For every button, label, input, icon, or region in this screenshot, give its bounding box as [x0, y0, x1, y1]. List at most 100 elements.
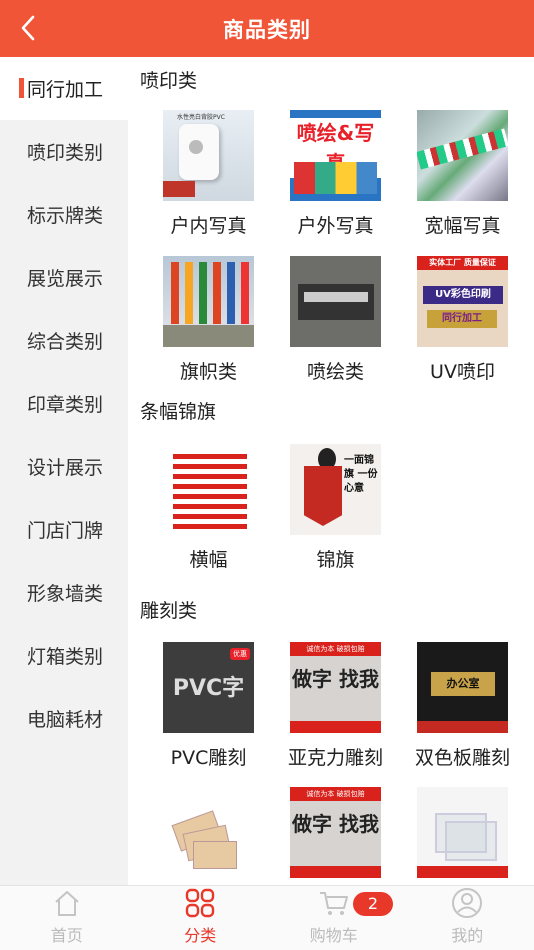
- banner-row: [173, 504, 247, 509]
- promo-badge: 优惠: [230, 648, 250, 660]
- product-flags[interactable]: 旗帜类: [145, 256, 272, 384]
- section-title: 条幅锦旗: [140, 401, 217, 423]
- product-banner[interactable]: 横幅: [145, 444, 272, 572]
- product-image: [290, 256, 381, 347]
- sidebar-item-exhibition[interactable]: 展览展示: [0, 246, 128, 309]
- sidebar-item-consumables[interactable]: 电脑耗材: [0, 687, 128, 750]
- thumb-caption: PVC字: [172, 676, 245, 701]
- top-bar: 商品类别: [0, 0, 534, 57]
- product-grid: 诚信为本 破损包赔 做字 找我: [128, 787, 534, 878]
- roll-core: [189, 140, 203, 154]
- sidebar-item-design[interactable]: 设计展示: [0, 435, 128, 498]
- photo-strip: [294, 162, 377, 194]
- product-image: 实体工厂 质量保证 UV彩色印刷 同行加工: [417, 256, 508, 347]
- pennant-shape: [304, 466, 342, 526]
- section-title: 喷印类: [140, 70, 198, 92]
- thumb-caption: 诚信为本 破损包赔: [290, 787, 381, 801]
- banner-row: [173, 454, 247, 459]
- sidebar-item-lightbox[interactable]: 灯箱类别: [0, 624, 128, 687]
- product-name: 喷绘类: [306, 361, 364, 383]
- product-image: [163, 444, 254, 535]
- sidebar-item-general[interactable]: 综合类别: [0, 309, 128, 372]
- thumb-caption: 实体工厂 质量保证: [417, 256, 508, 270]
- product-pvc-engraving[interactable]: 优惠 PVC字 PVC雕刻: [145, 642, 272, 770]
- product-name: 户外写真: [297, 215, 374, 237]
- sidebar-item-seals[interactable]: 印章类别: [0, 372, 128, 435]
- product-grid: 旗帜类 喷绘类 实体工厂 质量保证 UV彩色印刷 同行加工 UV喷印: [128, 256, 534, 384]
- back-button[interactable]: [6, 4, 50, 52]
- product-spray-paint[interactable]: 喷绘类: [272, 256, 399, 384]
- tab-label: 首页: [50, 926, 83, 945]
- flag-shape: [171, 262, 179, 324]
- thumb-caption: 同行加工: [427, 310, 497, 328]
- product-outdoor-print[interactable]: 喷绘&写真 户外写真: [272, 110, 399, 238]
- sidebar-item-printing[interactable]: 喷印类别: [0, 120, 128, 183]
- ground: [163, 325, 254, 347]
- sidebar-item-label: 印章类别: [27, 394, 104, 416]
- footer-strip: [290, 721, 381, 733]
- cart-icon: [317, 886, 351, 920]
- product-image: [163, 787, 254, 878]
- product-indoor-print[interactable]: 水性亮白背胶PVC 户内写真: [145, 110, 272, 238]
- banner-row: [173, 524, 247, 529]
- sidebar-item-label: 设计展示: [27, 457, 104, 479]
- product-grid: 横幅 一面锦旗 一份心意 锦旗: [128, 444, 534, 572]
- tab-category[interactable]: 分类: [134, 886, 268, 950]
- product-name: 横幅: [189, 549, 228, 571]
- product-name: UV喷印: [430, 361, 495, 383]
- sidebar-item-label: 同行加工: [27, 79, 104, 101]
- product-image: [417, 110, 508, 201]
- thumb-caption: 做字 找我: [292, 667, 379, 691]
- app-root: 商品类别 同行加工 喷印类别 标示牌类 展览展示 综合类别 印章类别 设计展示 …: [0, 0, 534, 950]
- product-grid: 优惠 PVC字 PVC雕刻 诚信为本 破损包赔 做字 找我 亚克力雕刻 办公室 …: [128, 642, 534, 770]
- product-uv-print[interactable]: 实体工厂 质量保证 UV彩色印刷 同行加工 UV喷印: [399, 256, 526, 384]
- sidebar-item-label: 综合类别: [27, 331, 104, 353]
- page-title: 商品类别: [223, 17, 311, 42]
- sidebar-item-peer-processing[interactable]: 同行加工: [0, 57, 128, 120]
- category-sidebar: 同行加工 喷印类别 标示牌类 展览展示 综合类别 印章类别 设计展示 门店门牌 …: [0, 57, 128, 885]
- machine-detail: [304, 292, 368, 302]
- product-name: 户内写真: [170, 215, 247, 237]
- footer-strip: [290, 866, 381, 878]
- sidebar-item-image-wall[interactable]: 形象墙类: [0, 561, 128, 624]
- product-image: [417, 787, 508, 878]
- product-grid: 水性亮白背胶PVC 户内写真 喷绘&写真 户外写真 宽幅写真: [128, 110, 534, 238]
- label-tag: [163, 181, 195, 197]
- product-image: 诚信为本 破损包赔 做字 找我: [290, 787, 381, 878]
- product-name: 锦旗: [316, 549, 355, 571]
- sidebar-item-signs[interactable]: 标示牌类: [0, 183, 128, 246]
- product-name: 亚克力雕刻: [287, 747, 383, 769]
- product-acrylic-engraving[interactable]: 诚信为本 破损包赔 做字 找我 亚克力雕刻: [272, 642, 399, 770]
- flag-shape: [185, 262, 193, 324]
- category-content: 喷印类 水性亮白背胶PVC 户内写真 喷绘&写真 户外写真: [128, 57, 534, 885]
- footer-strip: [417, 866, 508, 878]
- grid-icon: [183, 886, 217, 920]
- product-name: PVC雕刻: [170, 747, 247, 769]
- banner-row: [173, 494, 247, 499]
- product-image: 诚信为本 破损包赔 做字 找我: [290, 642, 381, 733]
- flag-shape: [213, 262, 221, 324]
- product-dual-color-engraving[interactable]: 办公室 双色板雕刻: [399, 642, 526, 770]
- tab-cart[interactable]: 购物车 2: [267, 886, 401, 950]
- product-wide-format[interactable]: 宽幅写真: [399, 110, 526, 238]
- product-card-item[interactable]: [145, 787, 272, 878]
- sidebar-item-storefront[interactable]: 门店门牌: [0, 498, 128, 561]
- product-pennant[interactable]: 一面锦旗 一份心意 锦旗: [272, 444, 399, 572]
- product-image: 优惠 PVC字: [163, 642, 254, 733]
- tab-home[interactable]: 首页: [0, 886, 134, 950]
- tab-label: 分类: [184, 926, 217, 945]
- sidebar-item-label: 喷印类别: [27, 142, 104, 164]
- footer-strip: [417, 721, 508, 733]
- sidebar-item-label: 灯箱类别: [27, 646, 104, 668]
- product-name: 宽幅写真: [424, 215, 501, 237]
- product-image: 喷绘&写真: [290, 110, 381, 201]
- tab-profile[interactable]: 我的: [401, 886, 534, 950]
- thumb-caption: 水性亮白背胶PVC: [177, 114, 225, 121]
- sidebar-item-label: 标示牌类: [27, 205, 104, 227]
- banner-row: [173, 464, 247, 469]
- thumb-caption: 一面锦旗 一份心意: [344, 455, 378, 494]
- cart-count-badge: 2: [353, 892, 393, 916]
- product-acrylic-sheet[interactable]: [399, 787, 526, 878]
- thumb-caption: UV彩色印刷: [423, 286, 503, 304]
- product-acrylic-item[interactable]: 诚信为本 破损包赔 做字 找我: [272, 787, 399, 878]
